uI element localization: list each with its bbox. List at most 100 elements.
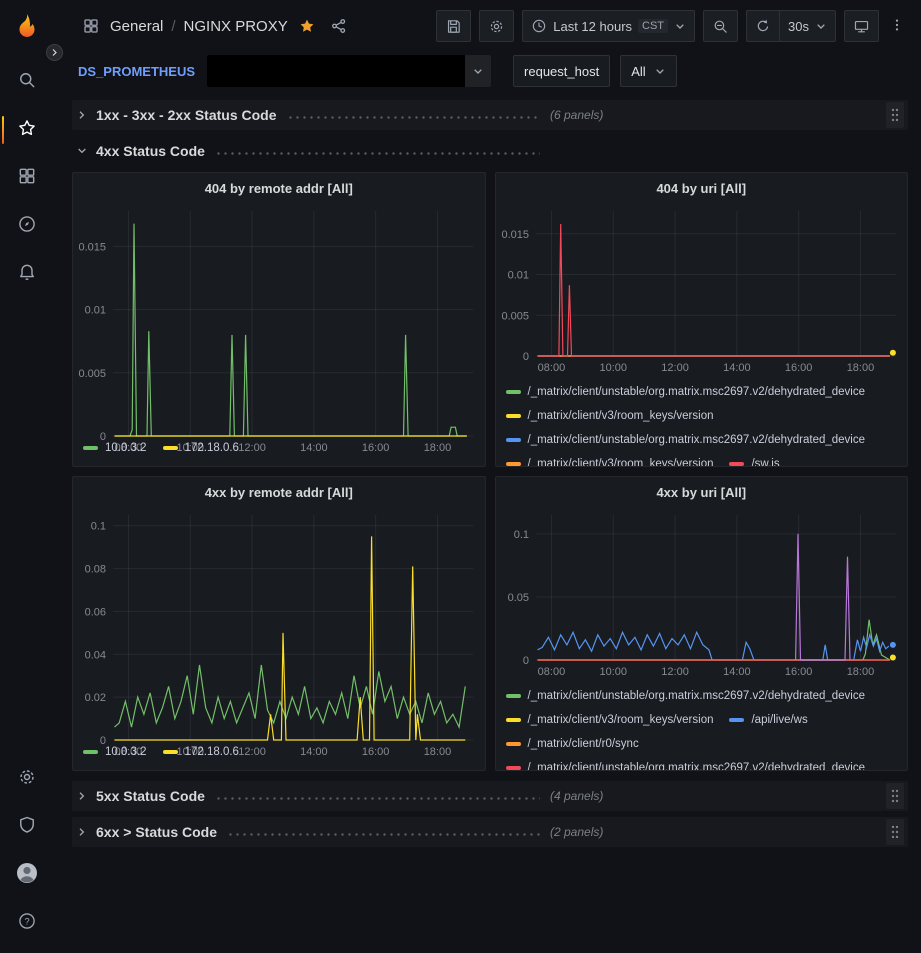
panel-title[interactable]: 404 by remote addr [All]	[73, 173, 485, 203]
datasource-value-redacted	[207, 55, 465, 87]
time-series-plot[interactable]: 00.0050.010.01508:0010:0012:0014:0016:00…	[73, 203, 485, 434]
row-drag-handle[interactable]	[886, 783, 904, 809]
legend-item[interactable]: /_matrix/client/v3/room_keys/version	[506, 404, 714, 428]
panel-4xx-by-remote-addr: 4xx by remote addr [All] 00.020.040.060.…	[72, 476, 486, 771]
dashboard-settings-button[interactable]	[479, 10, 514, 42]
legend-item[interactable]: /_matrix/client/unstable/org.matrix.msc2…	[506, 684, 866, 708]
svg-text:12:00: 12:00	[661, 666, 689, 678]
apps-grid-icon[interactable]	[78, 13, 104, 39]
legend-item[interactable]: /_matrix/client/unstable/org.matrix.msc2…	[506, 428, 866, 452]
svg-text:18:00: 18:00	[846, 666, 874, 678]
sidebar-item-server-admin[interactable]	[0, 803, 54, 851]
svg-text:10:00: 10:00	[599, 666, 627, 678]
legend-series-mark	[506, 462, 521, 466]
row-dotted-leader	[227, 832, 540, 836]
legend-item[interactable]: /_matrix/client/unstable/org.matrix.msc2…	[506, 380, 866, 404]
row-left: 1xx - 3xx - 2xx Status Code	[76, 107, 550, 123]
legend-series-mark	[729, 718, 744, 722]
svg-text:18:00: 18:00	[846, 362, 874, 374]
row-dotted-leader	[287, 115, 540, 119]
time-range-picker[interactable]: Last 12 hours CST	[522, 10, 695, 42]
legend-item[interactable]: /_matrix/client/r0/sync	[506, 732, 639, 756]
svg-text:0.015: 0.015	[501, 229, 529, 241]
chevron-right-icon	[76, 826, 88, 838]
svg-text:08:00: 08:00	[537, 666, 565, 678]
panel-4xx-by-uri: 4xx by uri [All] 00.050.108:0010:0012:00…	[495, 476, 909, 771]
refresh-interval-label: 30s	[788, 19, 809, 34]
row-header-4xx[interactable]: 4xx Status Code	[72, 136, 908, 166]
svg-text:16:00: 16:00	[362, 442, 390, 454]
sidebar-item-search[interactable]	[0, 58, 54, 106]
refresh-interval-select[interactable]: 30s	[779, 10, 836, 42]
svg-text:0.005: 0.005	[78, 368, 106, 380]
legend-series-label: /sw.js	[751, 458, 779, 466]
row-drag-handle[interactable]	[886, 102, 904, 128]
time-series-plot[interactable]: 00.050.108:0010:0012:0014:0016:0018:00	[496, 507, 908, 682]
search-icon	[17, 70, 37, 95]
row-header-5xx[interactable]: 5xx Status Code (4 panels)	[72, 781, 908, 811]
tv-mode-button[interactable]	[844, 10, 879, 42]
sidebar-item-configuration[interactable]	[0, 755, 54, 803]
svg-text:0.005: 0.005	[501, 310, 529, 322]
variable-label-request-host[interactable]: request_host	[513, 55, 610, 87]
legend-item[interactable]: /api/live/ws	[729, 708, 807, 732]
breadcrumb-general[interactable]: General	[110, 18, 163, 35]
sidebar-bottom-nav: ?	[0, 755, 54, 947]
svg-text:12:00: 12:00	[238, 442, 266, 454]
time-series-plot[interactable]: 00.020.040.060.080.108:0010:0012:0014:00…	[73, 507, 485, 738]
row-drag-handle[interactable]	[886, 819, 904, 845]
save-dashboard-button[interactable]	[436, 10, 471, 42]
svg-text:?: ?	[24, 916, 29, 926]
svg-text:14:00: 14:00	[300, 746, 328, 758]
legend-item[interactable]: /_matrix/client/v3/room_keys/version	[506, 708, 714, 732]
panel-title[interactable]: 4xx by remote addr [All]	[73, 477, 485, 507]
legend-item[interactable]: /_matrix/client/unstable/org.matrix.msc2…	[506, 756, 866, 770]
time-series-plot[interactable]: 00.0050.010.01508:0010:0012:0014:0016:00…	[496, 203, 908, 378]
row-header-1xx-3xx-2xx[interactable]: 1xx - 3xx - 2xx Status Code (6 panels)	[72, 100, 908, 130]
svg-text:18:00: 18:00	[424, 746, 452, 758]
star-icon	[17, 118, 37, 143]
svg-text:0: 0	[100, 735, 106, 747]
svg-text:0.01: 0.01	[85, 305, 106, 317]
datasource-select[interactable]	[207, 55, 491, 87]
legend-series-label: /_matrix/client/v3/room_keys/version	[528, 458, 714, 466]
svg-text:0.015: 0.015	[78, 241, 106, 253]
request-host-select[interactable]: All	[620, 55, 676, 87]
more-options-button[interactable]	[887, 12, 907, 41]
sidebar-item-dashboards[interactable]	[0, 154, 54, 202]
request-host-value: All	[631, 64, 645, 79]
grafana-logo[interactable]	[10, 10, 44, 44]
favorite-star-button[interactable]	[294, 13, 320, 39]
legend-series-label: /_matrix/client/v3/room_keys/version	[528, 714, 714, 726]
row-header-6xx[interactable]: 6xx > Status Code (2 panels)	[72, 817, 908, 847]
legend-item[interactable]: /_matrix/client/v3/room_keys/version	[506, 452, 714, 466]
svg-text:08:00: 08:00	[115, 442, 143, 454]
variable-label-ds-prometheus[interactable]: DS_PROMETHEUS	[78, 55, 205, 87]
panel-title[interactable]: 4xx by uri [All]	[496, 477, 908, 507]
legend-series-label: /_matrix/client/unstable/org.matrix.msc2…	[528, 434, 866, 446]
save-icon	[445, 18, 462, 35]
sidebar-item-starred[interactable]	[0, 106, 54, 154]
legend-series-label: /_matrix/client/unstable/org.matrix.msc2…	[528, 386, 866, 398]
chevron-down-icon	[76, 145, 88, 157]
sidebar-item-help[interactable]: ?	[0, 899, 54, 947]
legend-series-mark	[506, 438, 521, 442]
sidebar-item-profile[interactable]	[0, 851, 54, 899]
refresh-button[interactable]	[746, 10, 779, 42]
variable-request-host: request_host All	[513, 55, 677, 87]
sidebar-item-alerting[interactable]	[0, 250, 54, 298]
panel-title[interactable]: 404 by uri [All]	[496, 173, 908, 203]
grafana-flame-icon	[12, 12, 42, 42]
share-dashboard-button[interactable]	[326, 13, 352, 39]
panel-404-by-uri: 404 by uri [All] 00.0050.010.01508:0010:…	[495, 172, 909, 467]
chevron-down-icon	[674, 20, 686, 32]
panel-legend: /_matrix/client/unstable/org.matrix.msc2…	[496, 378, 908, 466]
shield-icon	[17, 815, 37, 840]
panel-legend: /_matrix/client/unstable/org.matrix.msc2…	[496, 682, 908, 770]
legend-item[interactable]: /sw.js	[729, 452, 779, 466]
zoom-out-button[interactable]	[703, 10, 738, 42]
sidebar-expand-button[interactable]	[46, 44, 63, 61]
sidebar-item-explore[interactable]	[0, 202, 54, 250]
chevron-down-icon	[815, 20, 827, 32]
refresh-button-group: 30s	[746, 10, 836, 42]
